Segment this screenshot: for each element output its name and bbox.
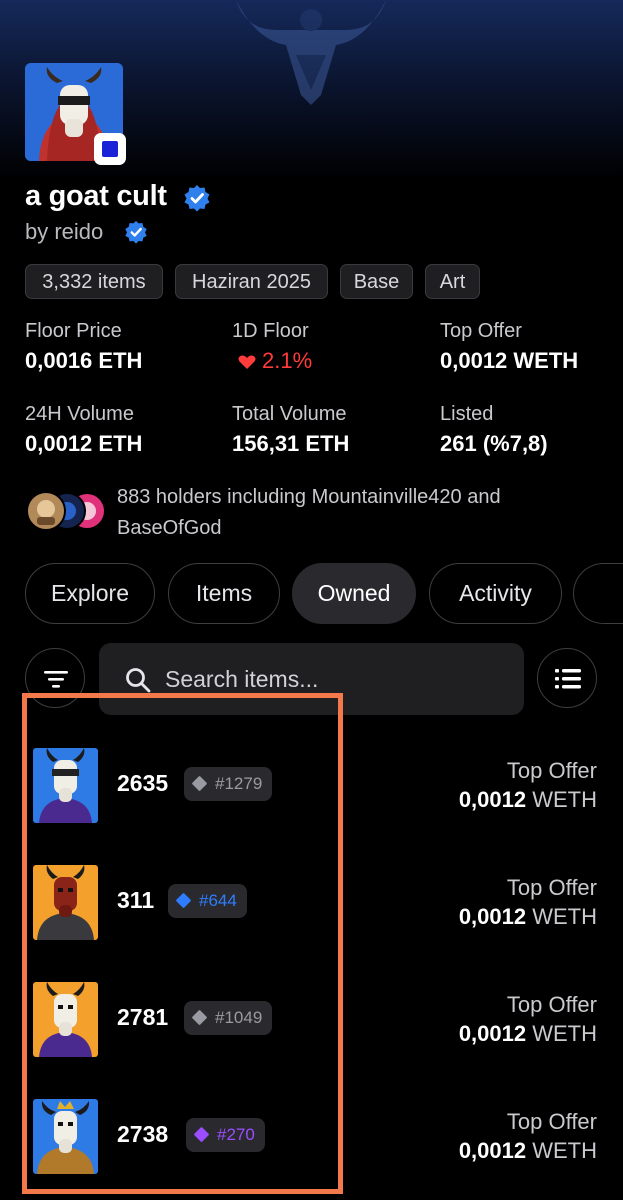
- rarity-diamond-icon: [175, 892, 192, 909]
- rarity-rank-badge: #1279: [184, 767, 273, 801]
- verified-icon: [184, 185, 210, 212]
- tab-more-partial[interactable]: [573, 563, 623, 624]
- search-icon: [126, 668, 151, 693]
- item-row[interactable]: 2781 #1049 Top Offer 0,0012 WETH: [0, 982, 623, 1082]
- creator-verified-icon: [125, 220, 147, 244]
- base-chain-badge: [94, 133, 126, 165]
- top-offer-label: Top Offer: [440, 320, 522, 342]
- base-chain-icon: [102, 141, 118, 157]
- top-offer-value: 0,0012 WETH: [459, 787, 597, 813]
- top-offer-value: 0,0012 WETH: [459, 904, 597, 930]
- list-icon: [555, 669, 581, 689]
- item-row[interactable]: 2738 #270 Top Offer 0,0012 WETH: [0, 1099, 623, 1199]
- top-offer-label: Top Offer: [506, 758, 597, 783]
- item-thumbnail: [33, 1099, 98, 1174]
- item-name: 2738: [117, 1121, 169, 1147]
- offer-amount: 0,0012: [458, 787, 527, 812]
- top-offer-value: 0,0012 WETH: [459, 1138, 597, 1164]
- listed-label: Listed: [440, 403, 494, 425]
- item-thumbnail: [33, 982, 98, 1057]
- rarity-rank: #1279: [215, 774, 263, 793]
- rarity-rank-badge: #1049: [184, 1001, 273, 1035]
- creator-link[interactable]: by reido: [25, 219, 103, 245]
- holder-avatars[interactable]: [25, 490, 105, 532]
- top-offer-value: 0,0012 WETH: [459, 1021, 597, 1047]
- collection-title: a goat cult: [25, 180, 167, 212]
- total-volume-value: 156,31 ETH: [232, 431, 350, 456]
- tab-owned[interactable]: Owned: [292, 563, 416, 624]
- goat-nft-image: [33, 748, 98, 823]
- filter-icon: [44, 671, 68, 688]
- tag-category[interactable]: Art: [425, 264, 480, 299]
- top-offer-label: Top Offer: [506, 992, 597, 1017]
- item-name: 2781: [117, 1004, 169, 1030]
- total-volume-label: Total Volume: [232, 403, 347, 425]
- filter-button[interactable]: [25, 648, 85, 708]
- item-name: 2635: [117, 770, 169, 796]
- list-view-button[interactable]: [537, 648, 597, 708]
- goat-nft-image: [33, 1099, 98, 1174]
- offer-currency: WETH: [532, 1138, 597, 1163]
- one-day-floor-value: 2.1%: [262, 348, 313, 373]
- goat-nft-image: [33, 982, 98, 1057]
- tab-items[interactable]: Items: [168, 563, 280, 624]
- offer-amount: 0,0012: [458, 1138, 527, 1163]
- rarity-rank: #644: [199, 891, 237, 910]
- tag-created-date: Haziran 2025: [175, 264, 328, 299]
- search-bar[interactable]: [99, 643, 524, 715]
- offer-amount: 0,0012: [458, 904, 527, 929]
- offer-amount: 0,0012: [458, 1021, 527, 1046]
- item-row[interactable]: 2635 #1279 Top Offer 0,0012 WETH: [0, 748, 623, 848]
- holders-summary[interactable]: 883 holders including Mountainville420 a…: [117, 482, 587, 544]
- goat-nft-image: [33, 865, 98, 940]
- tab-activity[interactable]: Activity: [429, 563, 562, 624]
- search-input[interactable]: [165, 643, 505, 715]
- one-day-floor-label: 1D Floor: [232, 320, 309, 342]
- goat-emblem-logo: [236, 0, 386, 105]
- offer-currency: WETH: [532, 904, 597, 929]
- rarity-rank-badge: #644: [168, 884, 247, 918]
- item-thumbnail: [33, 865, 98, 940]
- top-offer-label: Top Offer: [506, 1109, 597, 1134]
- tag-item-count: 3,332 items: [25, 264, 163, 299]
- offer-currency: WETH: [532, 787, 597, 812]
- floor-price-value: 0,0016 ETH: [25, 348, 143, 373]
- floor-price-label: Floor Price: [25, 320, 122, 342]
- rarity-diamond-icon: [193, 1126, 210, 1143]
- listed-value: 261 (%7,8): [440, 431, 548, 456]
- top-offer-label: Top Offer: [506, 875, 597, 900]
- offer-currency: WETH: [532, 1021, 597, 1046]
- item-name: 311: [117, 887, 155, 913]
- volume-24h-label: 24H Volume: [25, 403, 134, 425]
- tab-explore[interactable]: Explore: [25, 563, 155, 624]
- heart-down-icon: [238, 355, 256, 369]
- rarity-rank-badge: #270: [186, 1118, 265, 1152]
- item-row[interactable]: 311 #644 Top Offer 0,0012 WETH: [0, 865, 623, 965]
- item-thumbnail: [33, 748, 98, 823]
- rarity-rank: #1049: [215, 1008, 263, 1027]
- top-offer-value: 0,0012 WETH: [440, 348, 579, 373]
- tag-chain[interactable]: Base: [340, 264, 413, 299]
- rarity-rank: #270: [217, 1125, 255, 1144]
- rarity-diamond-icon: [191, 775, 208, 792]
- rarity-diamond-icon: [191, 1009, 208, 1026]
- volume-24h-value: 0,0012 ETH: [25, 431, 143, 456]
